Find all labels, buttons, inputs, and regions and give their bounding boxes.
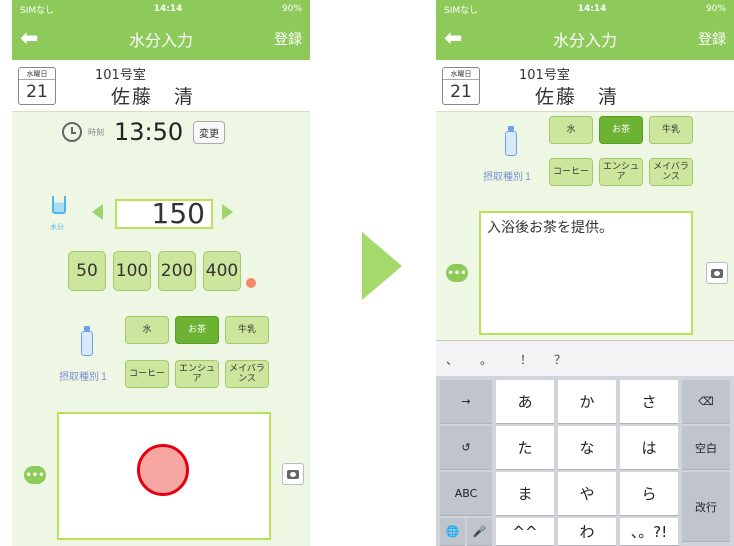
status-bar: SIMなし 14:14 90% bbox=[12, 0, 310, 18]
back-arrow-icon[interactable]: ⬅ bbox=[20, 28, 38, 50]
day-number: 21 bbox=[450, 82, 472, 102]
key-ya[interactable]: や bbox=[558, 472, 616, 516]
camera-icon bbox=[711, 268, 723, 278]
key-undo[interactable]: ↺ bbox=[440, 426, 492, 470]
key-abc[interactable]: ABC bbox=[440, 472, 492, 516]
type-tea-button[interactable]: お茶 bbox=[175, 316, 219, 344]
key-space[interactable]: 空白 bbox=[682, 426, 730, 470]
battery-label: 90% bbox=[705, 4, 726, 14]
back-arrow-icon[interactable]: ⬅ bbox=[444, 28, 462, 50]
amount-field[interactable]: 150 bbox=[115, 199, 213, 229]
quick-amount-400[interactable]: 400 bbox=[203, 251, 241, 291]
key-arrow[interactable]: → bbox=[440, 380, 492, 424]
room-label: 101号室 bbox=[519, 68, 570, 83]
type-water-button[interactable]: 水 bbox=[125, 316, 169, 344]
water-cup-icon bbox=[48, 196, 70, 218]
type-water-button[interactable]: 水 bbox=[549, 116, 593, 144]
date-badge: 水曜日 21 bbox=[442, 67, 480, 105]
left-screen: SIMなし 14:14 90% ⬅ 水分入力 登録 水曜日 21 101号室 佐… bbox=[12, 0, 310, 546]
key-ka[interactable]: か bbox=[558, 380, 616, 424]
decrease-arrow-icon[interactable] bbox=[92, 204, 103, 220]
weekday-label: 水曜日 bbox=[443, 68, 479, 80]
bottle-icon bbox=[504, 126, 518, 156]
right-screen: SIMなし 14:14 90% ⬅ 水分入力 登録 水曜日 21 101号室 佐… bbox=[436, 0, 734, 546]
status-time: 14:14 bbox=[577, 4, 607, 14]
change-time-button[interactable]: 変更 bbox=[193, 120, 226, 144]
record-button[interactable] bbox=[137, 444, 189, 496]
resident-name: 佐藤 清 bbox=[111, 86, 196, 108]
suggestion-comma[interactable]: 、 bbox=[446, 351, 458, 368]
comment-icon[interactable]: ••• bbox=[446, 264, 468, 282]
type-milk-button[interactable]: 牛乳 bbox=[649, 116, 693, 144]
quick-amount-100[interactable]: 100 bbox=[113, 251, 151, 291]
resident-name: 佐藤 清 bbox=[535, 86, 620, 108]
microphone-icon[interactable]: 🎤 bbox=[467, 518, 492, 546]
resident-header: 水曜日 21 101号室 佐藤 清 bbox=[436, 60, 734, 112]
key-emoticon[interactable]: ^^ bbox=[496, 518, 554, 546]
time-value: 13:50 bbox=[114, 118, 184, 146]
next-step-arrow-icon bbox=[362, 232, 402, 300]
japanese-keyboard: → あ か さ ⌫ ↺ た な は 空白 ABC ま や ら 改行 🌐 🎤 ^^… bbox=[436, 376, 734, 546]
type-meibalance-button[interactable]: メイバランス bbox=[649, 158, 693, 186]
page-title: 水分入力 bbox=[552, 31, 617, 50]
suggestion-question[interactable]: ？ bbox=[554, 351, 566, 368]
key-ta[interactable]: た bbox=[496, 426, 554, 470]
key-sa[interactable]: さ bbox=[620, 380, 678, 424]
date-badge: 水曜日 21 bbox=[18, 67, 56, 105]
key-return[interactable]: 改行 bbox=[682, 472, 730, 542]
carrier-label: SIMなし bbox=[20, 5, 55, 16]
key-wa[interactable]: わ bbox=[558, 518, 616, 546]
key-ra[interactable]: ら bbox=[620, 472, 678, 516]
resident-header: 水曜日 21 101号室 佐藤 清 bbox=[12, 60, 310, 112]
camera-icon bbox=[287, 469, 299, 479]
type-meibalance-button[interactable]: メイバランス bbox=[225, 360, 269, 388]
memo-textarea[interactable]: 入浴後お茶を提供。 bbox=[479, 211, 693, 335]
nav-bar: ⬅ 水分入力 登録 bbox=[12, 18, 310, 60]
key-ma[interactable]: ま bbox=[496, 472, 554, 516]
type-ensure-button[interactable]: エンシュア bbox=[175, 360, 219, 388]
type-tea-button[interactable]: お茶 bbox=[599, 116, 643, 144]
type-coffee-button[interactable]: コーヒー bbox=[549, 158, 593, 186]
suggestion-exclaim[interactable]: ！ bbox=[520, 351, 532, 368]
intake-type-label: 摂取種別１ bbox=[59, 372, 109, 383]
key-a[interactable]: あ bbox=[496, 380, 554, 424]
increase-arrow-icon[interactable] bbox=[222, 204, 233, 220]
carrier-label: SIMなし bbox=[444, 5, 479, 16]
day-number: 21 bbox=[26, 82, 48, 102]
suggestion-period[interactable]: 。 bbox=[480, 351, 492, 368]
type-coffee-button[interactable]: コーヒー bbox=[125, 360, 169, 388]
water-caption: 水分 bbox=[50, 223, 64, 231]
reset-icon[interactable] bbox=[246, 278, 256, 288]
camera-button[interactable] bbox=[282, 463, 304, 485]
quick-amount-200[interactable]: 200 bbox=[158, 251, 196, 291]
page-title: 水分入力 bbox=[128, 31, 193, 50]
time-row: 時刻 13:50 変更 bbox=[62, 118, 226, 146]
globe-icon[interactable]: 🌐 bbox=[440, 518, 465, 546]
register-button[interactable]: 登録 bbox=[274, 29, 302, 49]
status-bar: SIMなし 14:14 90% bbox=[436, 0, 734, 18]
key-ha[interactable]: は bbox=[620, 426, 678, 470]
quick-amount-50[interactable]: 50 bbox=[68, 251, 106, 291]
comment-icon[interactable]: ••• bbox=[24, 466, 46, 484]
time-label: 時刻 bbox=[88, 127, 104, 137]
room-label: 101号室 bbox=[95, 68, 146, 83]
bottle-icon bbox=[80, 326, 94, 356]
clock-icon bbox=[62, 122, 82, 142]
intake-type-label: 摂取種別１ bbox=[483, 172, 533, 183]
key-punctuation[interactable]: 、。?! bbox=[620, 518, 678, 546]
battery-label: 90% bbox=[281, 4, 302, 14]
status-time: 14:14 bbox=[153, 4, 183, 14]
key-na[interactable]: な bbox=[558, 426, 616, 470]
type-milk-button[interactable]: 牛乳 bbox=[225, 316, 269, 344]
type-ensure-button[interactable]: エンシュア bbox=[599, 158, 643, 186]
record-area[interactable] bbox=[57, 412, 271, 540]
camera-button[interactable] bbox=[706, 262, 728, 284]
suggestion-bar: 、 。 ！ ？ bbox=[436, 340, 734, 376]
weekday-label: 水曜日 bbox=[19, 68, 55, 80]
nav-bar: ⬅ 水分入力 登録 bbox=[436, 18, 734, 60]
backspace-icon[interactable]: ⌫ bbox=[682, 380, 730, 424]
register-button[interactable]: 登録 bbox=[698, 29, 726, 49]
